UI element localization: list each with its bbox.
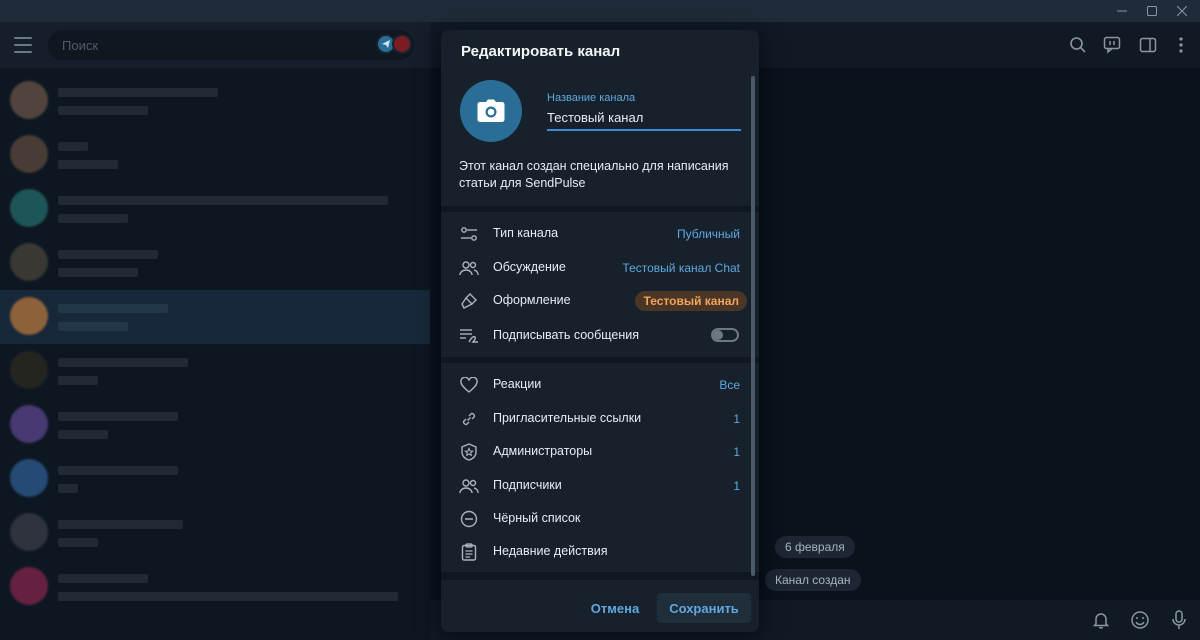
row-recent-actions[interactable]: Недавние действия — [441, 535, 751, 568]
channel-description[interactable]: Этот канал создан специально для написан… — [459, 158, 739, 192]
search-icon[interactable] — [1067, 34, 1089, 56]
avatar — [10, 81, 48, 119]
chat-list-item[interactable] — [0, 560, 430, 614]
row-subscribers[interactable]: Подписчики 1 — [441, 469, 751, 502]
sign-messages-toggle[interactable] — [711, 328, 739, 342]
avatar — [10, 243, 48, 281]
chat-list-item[interactable] — [0, 128, 430, 182]
row-channel-type[interactable]: Тип канала Публичный — [441, 217, 751, 250]
close-icon[interactable] — [1164, 0, 1200, 22]
chat-list-header: Поиск — [0, 22, 430, 68]
chat-list-item[interactable] — [0, 452, 430, 506]
dialog-scrollbar[interactable] — [751, 76, 755, 576]
chat-list-item[interactable] — [0, 74, 430, 128]
chat-list-item[interactable] — [0, 182, 430, 236]
sliders-icon — [459, 224, 479, 244]
row-label: Подписчики — [493, 478, 562, 492]
dialog-title: Редактировать канал — [461, 43, 621, 60]
account-avatar[interactable] — [392, 34, 412, 54]
chat-list-item-active[interactable] — [0, 290, 430, 344]
avatar — [10, 297, 48, 335]
row-label: Подписывать сообщения — [493, 328, 640, 342]
heart-icon — [459, 375, 479, 395]
shield-star-icon — [459, 442, 479, 462]
row-label: Обсуждение — [493, 260, 566, 274]
row-label: Недавние действия — [493, 544, 608, 558]
row-administrators[interactable]: Администраторы 1 — [441, 435, 751, 468]
section-divider — [441, 572, 759, 580]
row-label: Оформление — [493, 293, 571, 307]
minus-circle-icon — [459, 509, 479, 529]
row-value: 1 — [733, 445, 740, 459]
chat-list-panel: Поиск — [0, 22, 430, 640]
menu-icon[interactable] — [14, 37, 32, 53]
more-vertical-icon[interactable] — [1170, 34, 1192, 56]
channel-name-input[interactable]: Тестовый канал — [547, 110, 643, 125]
bell-icon[interactable] — [1089, 608, 1113, 632]
row-invite-links[interactable]: Пригласительные ссылки 1 — [441, 402, 751, 435]
signature-icon — [459, 326, 479, 346]
row-discussion[interactable]: Обсуждение Тестовый канал Chat — [441, 251, 751, 284]
channel-photo-button[interactable] — [460, 80, 522, 142]
row-label: Реакции — [493, 377, 542, 391]
date-separator: 6 февраля — [775, 536, 855, 558]
row-value: Тестовый канал Chat — [622, 261, 740, 275]
avatar — [10, 351, 48, 389]
avatar — [10, 189, 48, 227]
avatar — [10, 459, 48, 497]
edit-channel-dialog: Редактировать канал Название канала Тест… — [441, 30, 759, 632]
chat-list-item[interactable] — [0, 506, 430, 560]
section-divider — [441, 206, 759, 212]
avatar — [10, 513, 48, 551]
avatar — [10, 567, 48, 605]
brush-icon — [459, 291, 479, 311]
chat-list-item[interactable] — [0, 398, 430, 452]
row-value: Все — [719, 378, 740, 392]
search-input[interactable]: Поиск — [48, 30, 414, 60]
row-value: Публичный — [676, 227, 740, 241]
row-sign-messages[interactable]: Подписывать сообщения — [441, 319, 751, 352]
search-placeholder: Поиск — [62, 37, 99, 53]
dialog-footer: Отмена Сохранить — [441, 580, 759, 632]
sidebar-toggle-icon[interactable] — [1137, 34, 1159, 56]
camera-icon — [477, 99, 505, 122]
channel-name-label: Название канала — [547, 92, 636, 104]
microphone-icon[interactable] — [1167, 608, 1191, 632]
row-blacklist[interactable]: Чёрный список — [441, 502, 751, 535]
appearance-badge: Тестовый канал — [635, 291, 747, 311]
channel-name-underline — [547, 129, 741, 131]
avatar — [10, 405, 48, 443]
row-label: Пригласительные ссылки — [493, 411, 642, 425]
row-label: Тип канала — [493, 226, 559, 240]
section-divider — [441, 357, 759, 363]
chat-list-item[interactable] — [0, 344, 430, 398]
cancel-button[interactable]: Отмена — [583, 593, 647, 623]
emoji-icon[interactable] — [1128, 608, 1152, 632]
row-appearance[interactable]: Оформление Тестовый канал — [441, 284, 751, 317]
chat-list-item[interactable] — [0, 236, 430, 290]
comments-icon[interactable] — [1101, 34, 1123, 56]
window-titlebar — [0, 0, 1200, 22]
clipboard-icon — [459, 542, 479, 562]
link-icon — [459, 409, 479, 429]
save-button[interactable]: Сохранить — [657, 593, 751, 623]
service-message: Канал создан — [765, 569, 861, 591]
users-icon — [459, 258, 479, 278]
row-label: Администраторы — [493, 444, 593, 458]
row-value: 1 — [733, 412, 740, 426]
row-reactions[interactable]: Реакции Все — [441, 368, 751, 401]
avatar — [10, 135, 48, 173]
row-label: Чёрный список — [493, 511, 581, 525]
row-value: 1 — [733, 479, 740, 493]
users-icon — [459, 476, 479, 496]
